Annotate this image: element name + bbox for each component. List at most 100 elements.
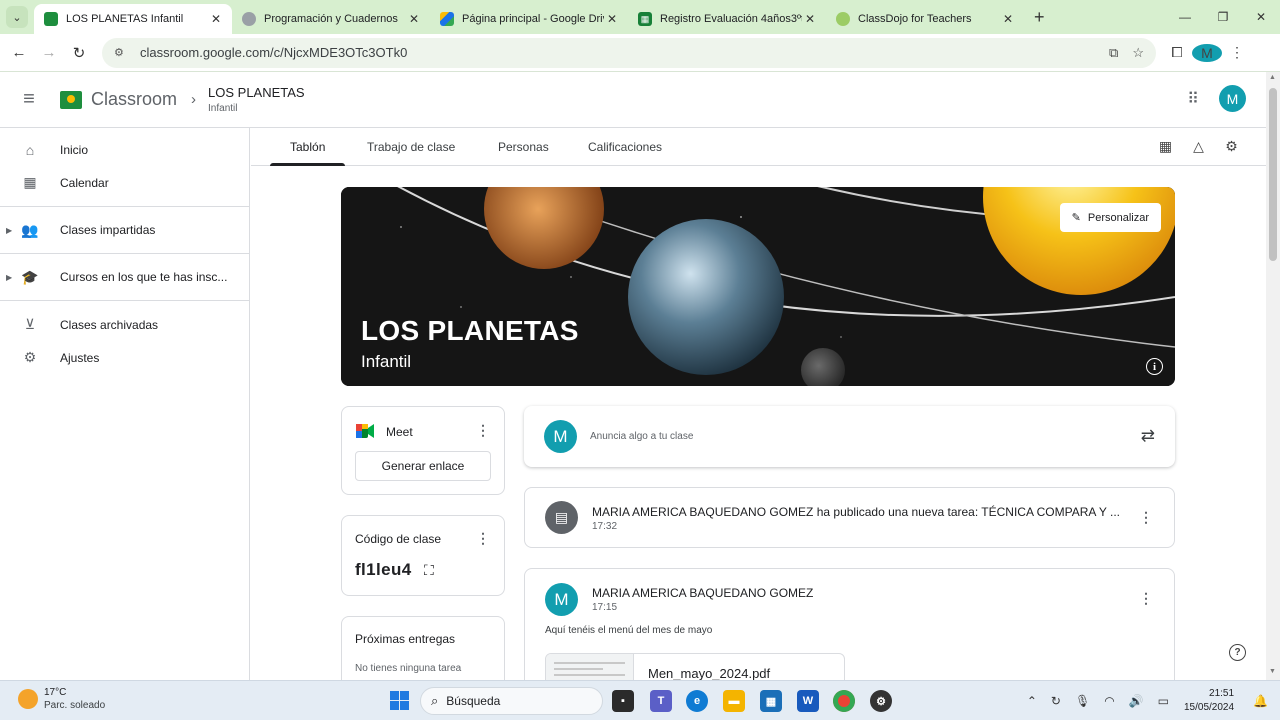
banner-subtitle: Infantil <box>361 352 412 371</box>
app-name[interactable]: Classroom <box>91 89 177 110</box>
site-info-icon[interactable]: ⚙ <box>114 46 130 59</box>
sidebar-item-clases-archivadas[interactable]: ⊻ Clases archivadas <box>0 308 249 341</box>
teams-icon[interactable]: T <box>650 690 672 712</box>
repost-icon[interactable]: ⇄ <box>1141 426 1155 446</box>
more-options-icon[interactable]: ⋮ <box>476 530 490 547</box>
weather-widget[interactable]: 17°C Parc. soleado <box>18 687 105 711</box>
word-icon[interactable]: W <box>797 690 819 712</box>
browser-tab[interactable]: Página principal - Google Drive ✕ <box>430 4 628 34</box>
page-scrollbar[interactable]: ▲ ▼ <box>1266 72 1280 680</box>
file-explorer-icon[interactable]: ▬ <box>723 690 745 712</box>
wifi-icon[interactable]: ◠ <box>1104 694 1114 708</box>
temperature: 17°C <box>44 687 67 698</box>
browser-tab-active[interactable]: LOS PLANETAS Infantil ✕ <box>34 4 232 34</box>
account-avatar[interactable]: M <box>1219 85 1246 112</box>
tab-trabajo-de-clase[interactable]: Trabajo de clase <box>367 128 455 166</box>
close-tab-icon[interactable]: ✕ <box>406 12 422 26</box>
divider <box>0 300 249 301</box>
notification-bell-icon[interactable]: 🔔 <box>1253 694 1268 708</box>
reload-icon[interactable]: ↻ <box>64 38 94 68</box>
post-text: Aquí tenéis el menú del mes de mayo <box>545 625 713 636</box>
sidebar-item-clases-impartidas[interactable]: ▶ 👥 Clases impartidas <box>0 214 249 246</box>
calendar-icon[interactable]: ▦ <box>1149 138 1182 155</box>
classroom-logo-icon[interactable] <box>60 90 82 109</box>
browser-menu-icon[interactable]: ⋮ <box>1222 44 1252 61</box>
store-icon[interactable]: ▦ <box>760 690 782 712</box>
divider <box>0 206 249 207</box>
install-app-icon[interactable]: ⧉ <box>1109 45 1118 61</box>
expand-caret-icon[interactable]: ▶ <box>6 273 12 282</box>
forward-icon[interactable]: → <box>34 38 64 68</box>
stream-post-task[interactable]: ▤ MARIA AMERICA BAQUEDANO GOMEZ ha publi… <box>524 487 1175 548</box>
extensions-icon[interactable]: ⧠ <box>1162 44 1192 61</box>
address-bar[interactable]: ⚙ classroom.google.com/c/NjcxMDE3OTc3OTk… <box>102 37 1156 68</box>
sidebar: ⌂ Inicio ▦ Calendar ▶ 👥 Clases impartida… <box>0 128 250 680</box>
close-tab-icon[interactable]: ✕ <box>208 12 224 26</box>
tab-personas[interactable]: Personas <box>498 128 549 166</box>
fullscreen-icon[interactable]: ⛶ <box>424 562 434 579</box>
banner-title: LOS PLANETAS <box>361 315 579 346</box>
clock-time: 21:51 <box>1209 688 1235 699</box>
main-menu-icon[interactable]: ≡ <box>0 88 58 111</box>
weather-sun-icon <box>18 689 38 709</box>
class-code-value: fl1leu4 <box>355 560 412 579</box>
customize-button[interactable]: ✎ Personalizar <box>1059 203 1161 232</box>
browser-tab[interactable]: ClassDojo for Teachers ✕ <box>826 4 1024 34</box>
sync-icon[interactable]: ↻ <box>1051 694 1061 708</box>
sidebar-item-calendar[interactable]: ▦ Calendar <box>0 166 249 199</box>
drive-folder-icon[interactable]: △ <box>1182 138 1215 155</box>
task-view-icon[interactable]: ▪ <box>612 690 634 712</box>
more-options-icon[interactable]: ⋮ <box>1139 509 1153 526</box>
battery-icon[interactable]: ▭ <box>1158 694 1169 708</box>
clock[interactable]: 21:51 15/05/2024 <box>1184 687 1234 715</box>
tab-calificaciones[interactable]: Calificaciones <box>588 128 662 166</box>
weather-text: Parc. soleado <box>44 700 106 711</box>
info-icon[interactable]: i <box>1146 358 1163 375</box>
announce-placeholder[interactable]: Anuncia algo a tu clase <box>590 431 693 442</box>
close-tab-icon[interactable]: ✕ <box>1000 12 1016 26</box>
expand-caret-icon[interactable]: ▶ <box>6 226 12 235</box>
edge-icon[interactable]: e <box>686 690 708 712</box>
upcoming-title: Próximas entregas <box>355 632 456 646</box>
microphone-icon[interactable]: 🎙 <box>1075 694 1090 708</box>
more-options-icon[interactable]: ⋮ <box>1139 590 1153 607</box>
app-icon[interactable]: ⚙ <box>870 690 892 712</box>
help-icon[interactable]: ? <box>1229 644 1246 661</box>
chevron-up-icon[interactable]: ⌃ <box>1027 694 1037 708</box>
windows-start-icon[interactable] <box>390 691 409 710</box>
profile-button[interactable]: M <box>1192 43 1222 62</box>
tab-tablon[interactable]: Tablón <box>269 128 346 166</box>
sidebar-item-ajustes[interactable]: ⚙ Ajustes <box>0 341 249 374</box>
volume-icon[interactable]: 🔊 <box>1129 694 1144 708</box>
scrollbar-thumb[interactable] <box>1269 88 1277 261</box>
class-settings-icon[interactable]: ⚙ <box>1215 138 1248 155</box>
google-apps-icon[interactable]: ⠿ <box>1187 89 1199 109</box>
close-tab-icon[interactable]: ✕ <box>802 12 818 26</box>
browser-tab[interactable]: ▦ Registro Evaluación 4años3ºtrim ✕ <box>628 4 826 34</box>
sidebar-item-cursos-inscritos[interactable]: ▶ 🎓 Cursos en los que te has insc... <box>0 261 249 293</box>
tab-title: ClassDojo for Teachers <box>858 13 972 25</box>
maximize-icon[interactable]: ❐ <box>1204 0 1242 34</box>
taskbar-search[interactable]: ⌕ Búsqueda <box>420 687 603 715</box>
post-title[interactable]: MARIA AMERICA BAQUEDANO GOMEZ ha publica… <box>592 505 1120 519</box>
class-breadcrumb[interactable]: LOS PLANETAS Infantil <box>208 85 305 114</box>
bookmark-star-icon[interactable]: ☆ <box>1132 45 1144 61</box>
scroll-down-icon[interactable]: ▼ <box>1269 668 1276 675</box>
close-window-icon[interactable]: ✕ <box>1242 0 1280 34</box>
sidebar-item-inicio[interactable]: ⌂ Inicio <box>0 133 249 166</box>
close-tab-icon[interactable]: ✕ <box>604 12 620 26</box>
planets-banner-image <box>341 187 1175 386</box>
announce-box[interactable]: M Anuncia algo a tu clase ⇄ <box>524 406 1175 467</box>
back-icon[interactable]: ← <box>4 38 34 68</box>
url-text[interactable]: classroom.google.com/c/NjcxMDE3OTc3OTk0 <box>140 45 1095 60</box>
minimize-icon[interactable]: — <box>1166 0 1204 34</box>
new-tab-icon[interactable]: + <box>1034 7 1045 28</box>
tab-search-button[interactable]: ⌄ <box>6 6 28 28</box>
scroll-up-icon[interactable]: ▲ <box>1269 74 1276 81</box>
home-icon: ⌂ <box>25 141 35 158</box>
generate-link-button[interactable]: Generar enlace <box>355 451 491 481</box>
browser-tab[interactable]: Programación y Cuadernos ✕ <box>232 4 430 34</box>
browser-toolbar: ← → ↻ ⚙ classroom.google.com/c/NjcxMDE3O… <box>0 34 1280 72</box>
chrome-icon[interactable] <box>833 690 855 712</box>
more-options-icon[interactable]: ⋮ <box>476 422 490 439</box>
